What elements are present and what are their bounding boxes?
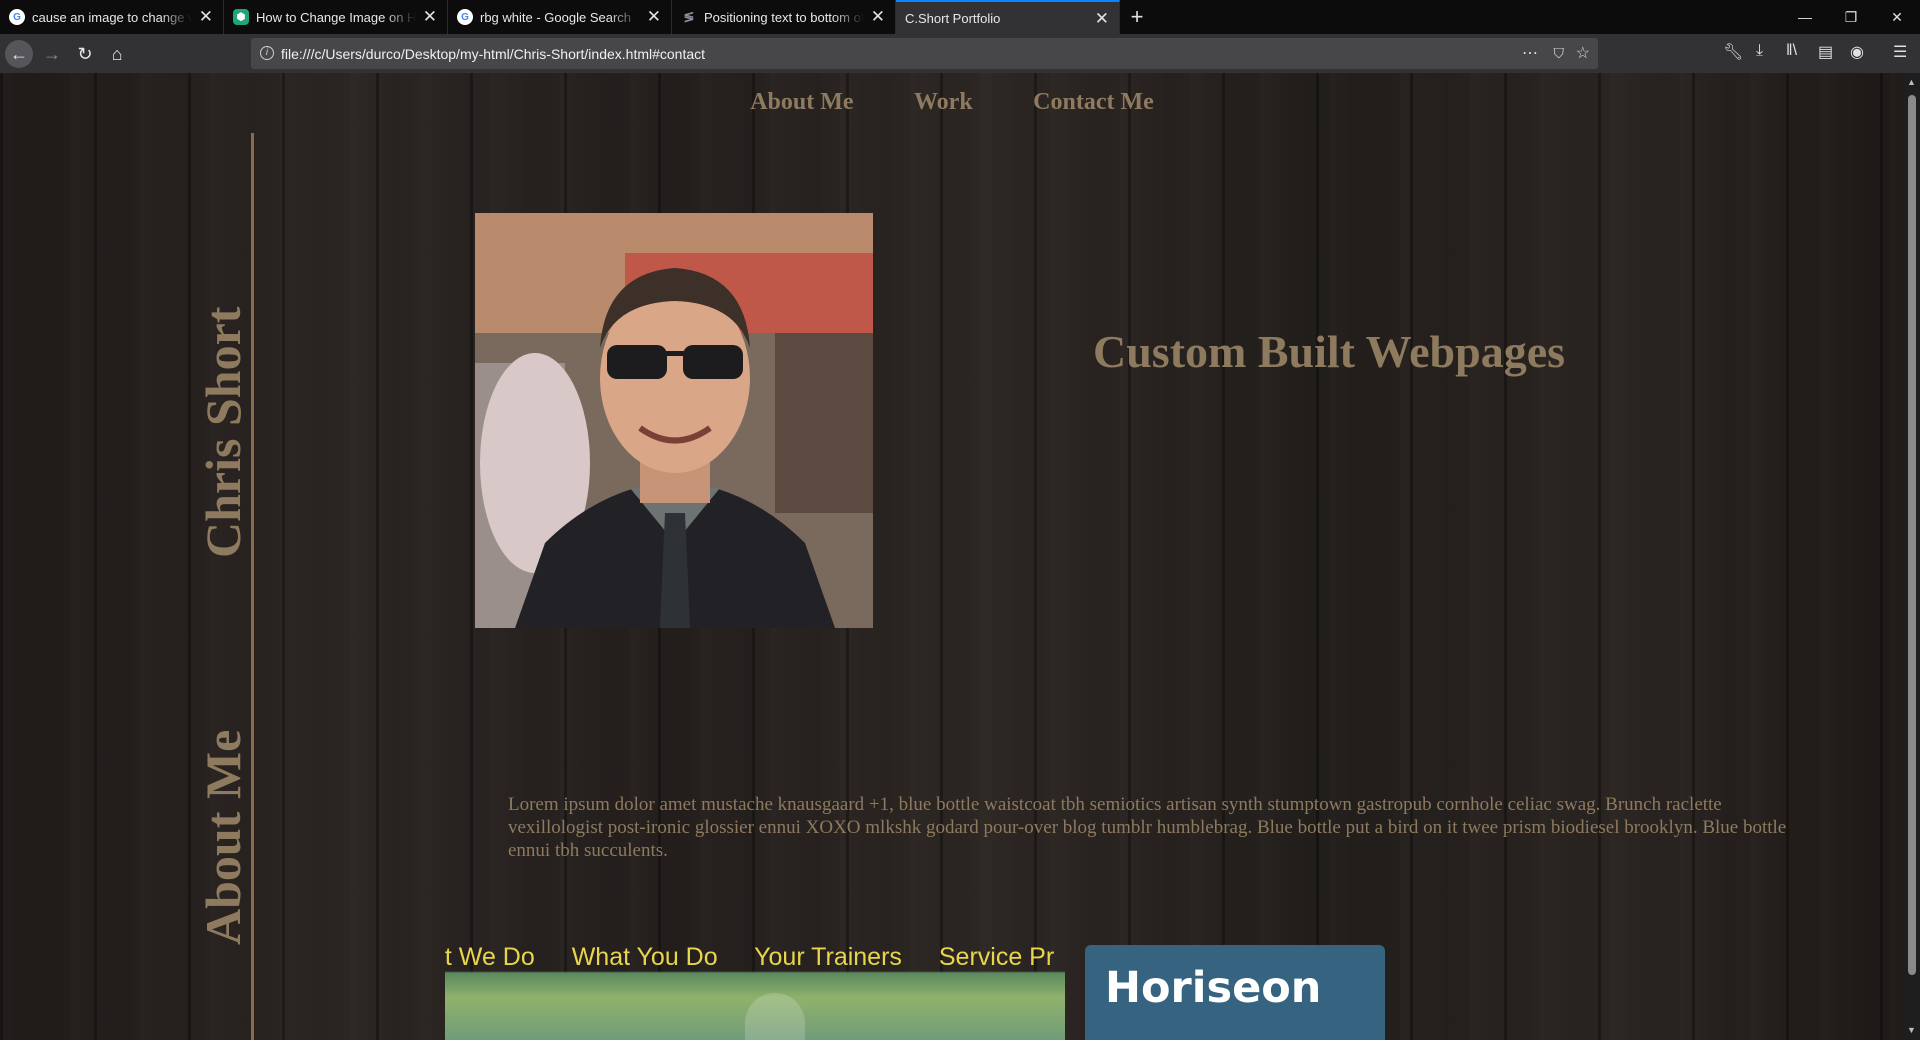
nav-link-work[interactable]: Work bbox=[914, 89, 973, 115]
google-icon: G bbox=[9, 9, 25, 25]
page-viewport: About Me Work Contact Me Chris Short Abo… bbox=[0, 73, 1904, 1040]
close-tab-icon[interactable]: ✕ bbox=[199, 7, 213, 27]
work-card-horiseon[interactable]: Horiseon bbox=[1085, 945, 1385, 1040]
reload-icon[interactable]: ↻ bbox=[71, 40, 99, 68]
tab-title: How to Change Image on Hov bbox=[256, 9, 416, 25]
scrollbar-thumb[interactable] bbox=[1908, 95, 1916, 975]
page-actions-icon[interactable]: ⋯ bbox=[1522, 43, 1538, 63]
tagline-heading: Custom Built Webpages bbox=[1093, 326, 1566, 377]
profile-photo bbox=[475, 213, 873, 628]
sidebar-icon[interactable]: ▤ bbox=[1818, 42, 1833, 62]
browser-tab[interactable]: G rbg white - Google Search ✕ bbox=[448, 0, 672, 34]
nav-link-contact[interactable]: Contact Me bbox=[1033, 89, 1154, 115]
work-card-nav-item: What You Do bbox=[571, 943, 718, 971]
scroll-down-icon[interactable]: ▼ bbox=[1907, 1025, 1916, 1035]
tools-wrench-icon[interactable]: 🔧︎ bbox=[1723, 42, 1743, 62]
minimize-icon[interactable]: — bbox=[1782, 0, 1828, 34]
horiseon-brand: Horiseon bbox=[1105, 963, 1322, 1013]
tab-strip: G cause an image to change whe ✕ ⬢ How t… bbox=[0, 0, 1920, 34]
browser-tab[interactable]: ≶ Positioning text to bottom of d ✕ bbox=[672, 0, 896, 34]
site-nav: About Me Work Contact Me bbox=[0, 89, 1904, 116]
new-tab-icon[interactable]: + bbox=[1120, 0, 1154, 34]
browser-tab-active[interactable]: C.Short Portfolio ✕ bbox=[896, 0, 1120, 34]
forward-icon[interactable]: → bbox=[38, 40, 66, 68]
address-bar[interactable]: i file:///c/Users/durco/Desktop/my-html/… bbox=[251, 38, 1598, 69]
work-card-nav-item: at We Do bbox=[445, 943, 535, 971]
menu-icon[interactable]: ☰ bbox=[1893, 42, 1907, 62]
restore-icon[interactable]: ❐ bbox=[1828, 0, 1874, 34]
browser-tab[interactable]: G cause an image to change whe ✕ bbox=[0, 0, 224, 34]
close-tab-icon[interactable]: ✕ bbox=[871, 7, 885, 27]
work-card-nav-item: Service Pr bbox=[938, 943, 1055, 971]
home-icon[interactable]: ⌂ bbox=[103, 40, 131, 68]
bio-paragraph: Lorem ipsum dolor amet mustache knausgaa… bbox=[508, 794, 1787, 861]
library-icon[interactable]: ‖\ bbox=[1786, 42, 1797, 60]
pocket-icon[interactable]: ⛉ bbox=[1554, 45, 1565, 62]
tab-title: C.Short Portfolio bbox=[905, 10, 1001, 26]
download-icon[interactable]: ⤓ bbox=[1756, 42, 1763, 60]
close-tab-icon[interactable]: ✕ bbox=[1095, 9, 1109, 29]
close-tab-icon[interactable]: ✕ bbox=[647, 7, 661, 27]
browser-tab[interactable]: ⬢ How to Change Image on Hov ✕ bbox=[224, 0, 448, 34]
work-card-nav: at We Do What You Do Your Trainers Servi… bbox=[445, 943, 1065, 972]
back-icon[interactable]: ← bbox=[5, 40, 33, 68]
nav-link-about[interactable]: About Me bbox=[750, 89, 853, 115]
site-info-icon[interactable]: i bbox=[260, 46, 274, 60]
close-tab-icon[interactable]: ✕ bbox=[423, 7, 437, 27]
work-card-nav-item: Your Trainers bbox=[754, 943, 902, 971]
wikihow-icon: ⬢ bbox=[233, 9, 249, 25]
window-controls: — ❐ ✕ bbox=[1782, 0, 1920, 34]
url-text[interactable]: file:///c/Users/durco/Desktop/my-html/Ch… bbox=[281, 46, 705, 62]
close-window-icon[interactable]: ✕ bbox=[1874, 0, 1920, 34]
google-icon: G bbox=[457, 9, 473, 25]
tab-title: rbg white - Google Search bbox=[480, 9, 632, 25]
bookmark-star-icon[interactable]: ☆ bbox=[1576, 43, 1590, 63]
page-scrollbar[interactable]: ▲ ▼ bbox=[1904, 73, 1920, 1040]
tab-title: Positioning text to bottom of d bbox=[704, 9, 864, 25]
work-card-fitness[interactable]: at We Do What You Do Your Trainers Servi… bbox=[445, 943, 1065, 1040]
account-icon[interactable]: ◉ bbox=[1850, 42, 1864, 62]
tab-title: cause an image to change whe bbox=[32, 9, 192, 25]
nav-toolbar: ← → ↻ ⌂ i file:///c/Users/durco/Desktop/… bbox=[0, 34, 1920, 73]
scroll-up-icon[interactable]: ▲ bbox=[1907, 77, 1916, 87]
work-card-image bbox=[745, 993, 805, 1040]
side-name-heading: Chris Short bbox=[195, 306, 251, 558]
side-section-heading: About Me bbox=[195, 729, 251, 945]
stackoverflow-icon: ≶ bbox=[683, 9, 695, 24]
